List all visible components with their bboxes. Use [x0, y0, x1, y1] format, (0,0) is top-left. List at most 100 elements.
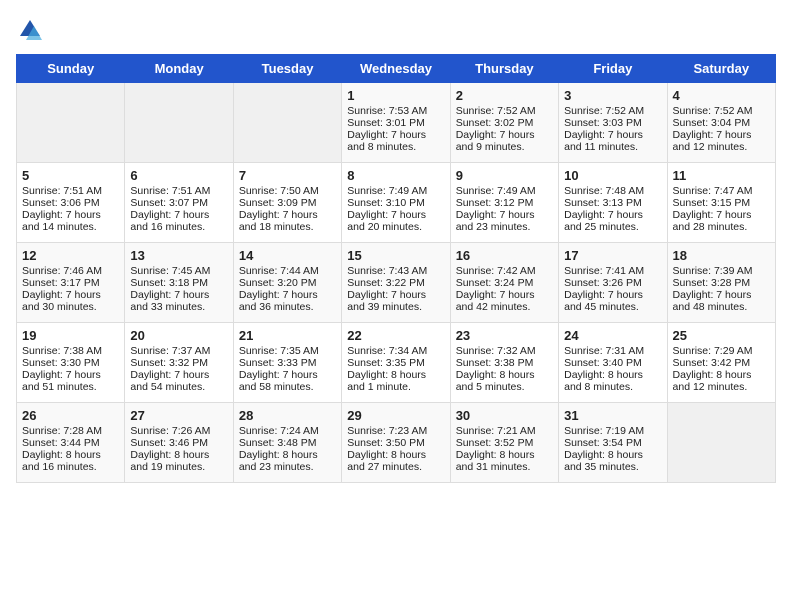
day-text: Sunrise: 7:44 AM [239, 265, 336, 277]
day-number: 15 [347, 248, 444, 263]
day-text: Sunrise: 7:51 AM [22, 185, 119, 197]
day-text: Daylight: 8 hours and 5 minutes. [456, 369, 553, 393]
day-text: Sunset: 3:30 PM [22, 357, 119, 369]
calendar-cell: 2Sunrise: 7:52 AMSunset: 3:02 PMDaylight… [450, 83, 558, 163]
calendar-cell: 7Sunrise: 7:50 AMSunset: 3:09 PMDaylight… [233, 163, 341, 243]
day-text: Sunset: 3:24 PM [456, 277, 553, 289]
day-text: Sunset: 3:38 PM [456, 357, 553, 369]
calendar-cell: 17 Sunrise: 7:41 AMSunset: 3:26 PMDayligh… [559, 243, 667, 323]
day-text: Sunset: 3:02 PM [456, 117, 553, 129]
day-text: Daylight: 8 hours and 1 minute. [347, 369, 444, 393]
day-text: Sunrise: 7:50 AM [239, 185, 336, 197]
day-number: 22 [347, 328, 444, 343]
day-number: 19 [22, 328, 119, 343]
day-text: Sunrise: 7:42 AM [456, 265, 553, 277]
day-text: Sunset: 3:46 PM [130, 437, 227, 449]
calendar-cell: 31Sunrise: 7:19 AMSunset: 3:54 PMDayligh… [559, 403, 667, 483]
day-text: Sunset: 3:28 PM [673, 277, 770, 289]
day-number: 8 [347, 168, 444, 183]
day-number: 16 [456, 248, 553, 263]
day-text: Daylight: 8 hours and 31 minutes. [456, 449, 553, 473]
logo-icon [16, 16, 44, 44]
day-number: 10 [564, 168, 661, 183]
calendar-cell: 9Sunrise: 7:49 AMSunset: 3:12 PMDaylight… [450, 163, 558, 243]
day-text: Sunset: 3:03 PM [564, 117, 661, 129]
day-number: 7 [239, 168, 336, 183]
calendar-cell: 11Sunrise: 7:47 AMSunset: 3:15 PMDayligh… [667, 163, 775, 243]
day-text: Daylight: 7 hours and 42 minutes. [456, 289, 553, 313]
day-text: Daylight: 7 hours and 48 minutes. [673, 289, 770, 313]
calendar-cell: 22Sunrise: 7:34 AMSunset: 3:35 PMDayligh… [342, 323, 450, 403]
day-text: Daylight: 8 hours and 8 minutes. [564, 369, 661, 393]
day-text: Sunrise: 7:29 AM [673, 345, 770, 357]
weekday-header-tuesday: Tuesday [233, 55, 341, 83]
weekday-header-friday: Friday [559, 55, 667, 83]
day-number: 29 [347, 408, 444, 423]
day-text: Sunrise: 7:35 AM [239, 345, 336, 357]
calendar-cell: 8Sunrise: 7:49 AMSunset: 3:10 PMDaylight… [342, 163, 450, 243]
day-text: Daylight: 7 hours and 51 minutes. [22, 369, 119, 393]
day-text: Sunset: 3:26 PM [564, 277, 661, 289]
day-number: 6 [130, 168, 227, 183]
calendar-cell: 1Sunrise: 7:53 AMSunset: 3:01 PMDaylight… [342, 83, 450, 163]
day-number: 14 [239, 248, 336, 263]
day-number: 30 [456, 408, 553, 423]
day-text: Sunrise: 7:39 AM [673, 265, 770, 277]
day-text: Daylight: 7 hours and 28 minutes. [673, 209, 770, 233]
calendar-cell: 5Sunrise: 7:51 AMSunset: 3:06 PMDaylight… [17, 163, 125, 243]
day-text: Sunset: 3:13 PM [564, 197, 661, 209]
day-number: 24 [564, 328, 661, 343]
calendar-page: SundayMondayTuesdayWednesdayThursdayFrid… [0, 0, 792, 499]
calendar-cell: 23Sunrise: 7:32 AMSunset: 3:38 PMDayligh… [450, 323, 558, 403]
day-text: Daylight: 7 hours and 20 minutes. [347, 209, 444, 233]
weekday-header-saturday: Saturday [667, 55, 775, 83]
day-text: Sunrise: 7:52 AM [456, 105, 553, 117]
day-text: Daylight: 7 hours and 33 minutes. [130, 289, 227, 313]
calendar-cell: 12Sunrise: 7:46 AMSunset: 3:17 PMDayligh… [17, 243, 125, 323]
day-text: Daylight: 7 hours and 45 minutes. [564, 289, 661, 313]
weekday-header-thursday: Thursday [450, 55, 558, 83]
day-number: 11 [673, 168, 770, 183]
calendar-cell: 30Sunrise: 7:21 AMSunset: 3:52 PMDayligh… [450, 403, 558, 483]
day-number: 17 [564, 248, 661, 263]
day-text: Sunset: 3:32 PM [130, 357, 227, 369]
day-number: 20 [130, 328, 227, 343]
day-text: Sunrise: 7:41 AM [564, 265, 661, 277]
day-text: Daylight: 7 hours and 36 minutes. [239, 289, 336, 313]
weekday-header-sunday: Sunday [17, 55, 125, 83]
day-text: Sunset: 3:54 PM [564, 437, 661, 449]
day-number: 23 [456, 328, 553, 343]
day-text: Sunrise: 7:48 AM [564, 185, 661, 197]
calendar-table: SundayMondayTuesdayWednesdayThursdayFrid… [16, 54, 776, 483]
day-text: Daylight: 8 hours and 23 minutes. [239, 449, 336, 473]
day-text: Sunset: 3:50 PM [347, 437, 444, 449]
day-text: Sunset: 3:17 PM [22, 277, 119, 289]
day-text: Daylight: 8 hours and 16 minutes. [22, 449, 119, 473]
calendar-cell: 25Sunrise: 7:29 AMSunset: 3:42 PMDayligh… [667, 323, 775, 403]
day-text: Daylight: 7 hours and 8 minutes. [347, 129, 444, 153]
day-text: Sunrise: 7:51 AM [130, 185, 227, 197]
calendar-cell: 16 Sunrise: 7:42 AMSunset: 3:24 PMDayligh… [450, 243, 558, 323]
day-text: Sunrise: 7:34 AM [347, 345, 444, 357]
day-text: Daylight: 7 hours and 25 minutes. [564, 209, 661, 233]
day-text: Daylight: 7 hours and 14 minutes. [22, 209, 119, 233]
calendar-cell [667, 403, 775, 483]
day-text: Sunrise: 7:21 AM [456, 425, 553, 437]
calendar-week-row: 26Sunrise: 7:28 AMSunset: 3:44 PMDayligh… [17, 403, 776, 483]
calendar-week-row: 1Sunrise: 7:53 AMSunset: 3:01 PMDaylight… [17, 83, 776, 163]
day-number: 27 [130, 408, 227, 423]
weekday-header-row: SundayMondayTuesdayWednesdayThursdayFrid… [17, 55, 776, 83]
day-text: Daylight: 7 hours and 58 minutes. [239, 369, 336, 393]
day-text: Sunrise: 7:19 AM [564, 425, 661, 437]
day-text: Sunrise: 7:49 AM [347, 185, 444, 197]
day-number: 12 [22, 248, 119, 263]
calendar-week-row: 5Sunrise: 7:51 AMSunset: 3:06 PMDaylight… [17, 163, 776, 243]
day-text: Sunrise: 7:43 AM [347, 265, 444, 277]
day-text: Sunset: 3:07 PM [130, 197, 227, 209]
day-text: Sunset: 3:22 PM [347, 277, 444, 289]
calendar-cell: 13Sunrise: 7:45 AMSunset: 3:18 PMDayligh… [125, 243, 233, 323]
day-text: Sunset: 3:04 PM [673, 117, 770, 129]
calendar-cell: 6Sunrise: 7:51 AMSunset: 3:07 PMDaylight… [125, 163, 233, 243]
day-number: 26 [22, 408, 119, 423]
day-text: Sunrise: 7:53 AM [347, 105, 444, 117]
